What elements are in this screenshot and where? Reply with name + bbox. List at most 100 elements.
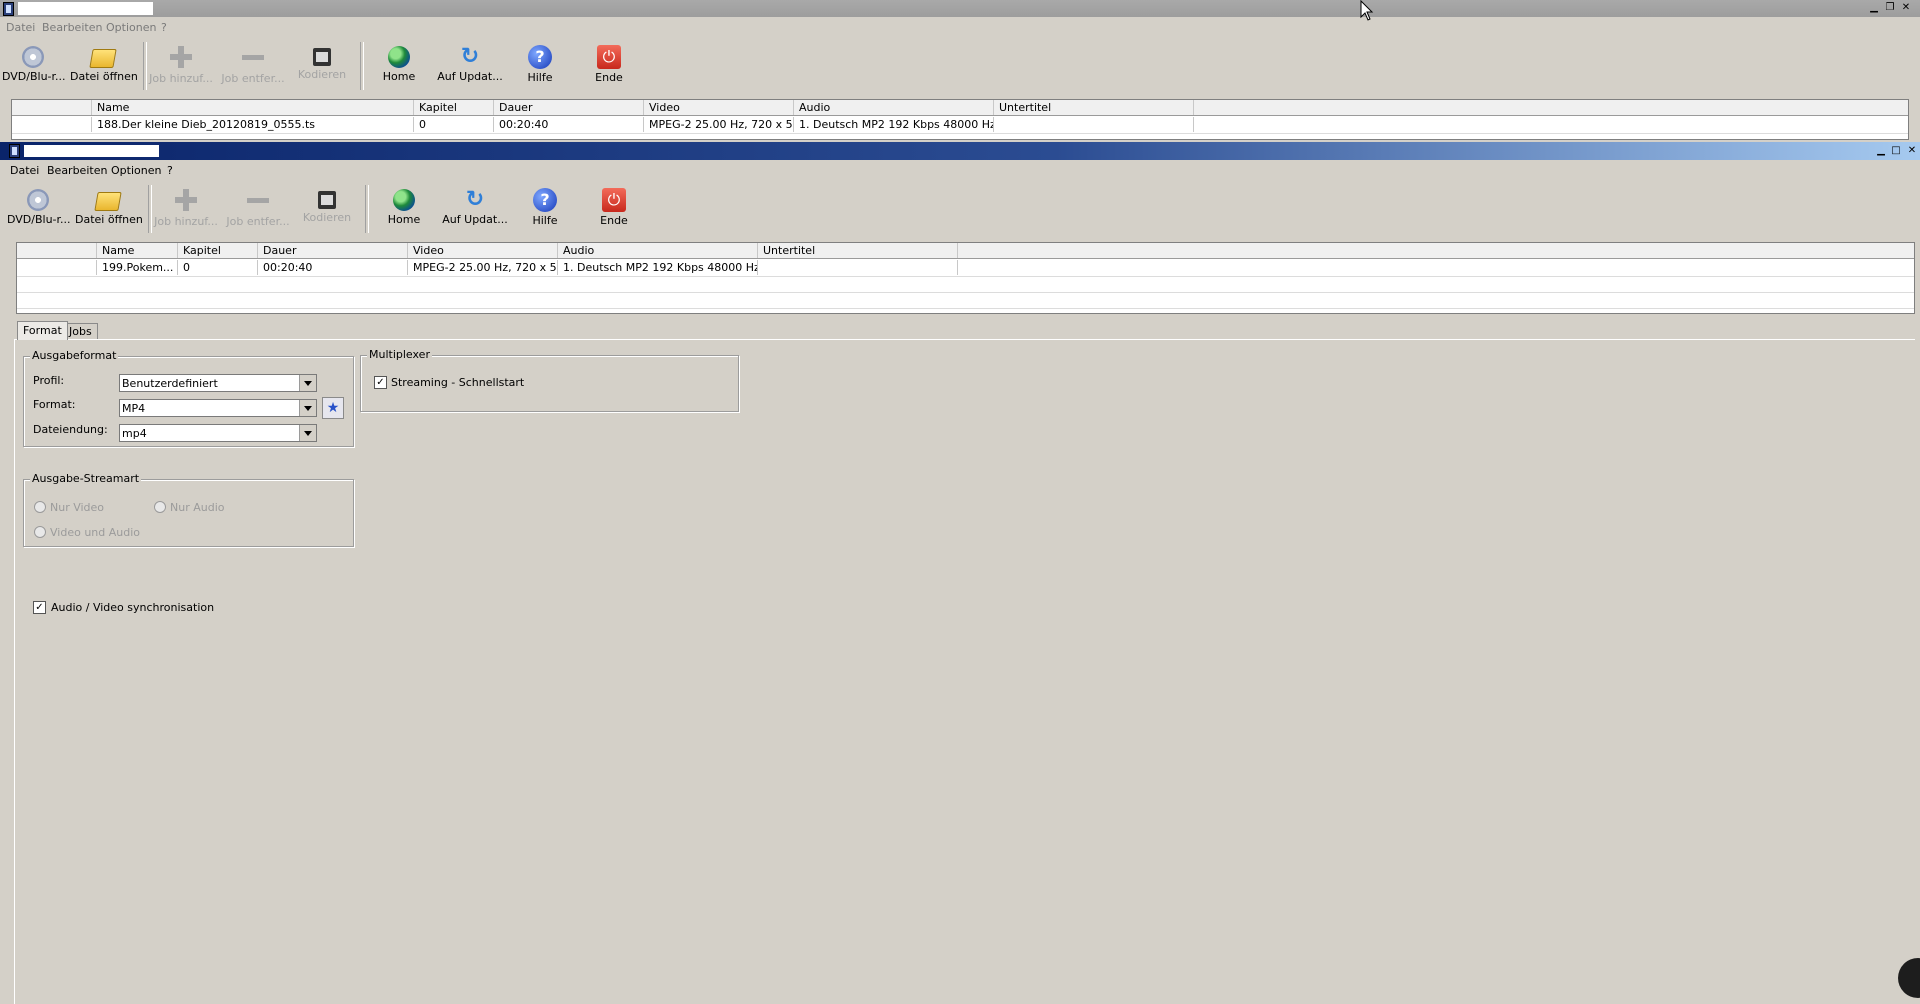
table-cell xyxy=(17,260,97,275)
dvd-bluray-button[interactable]: DVD/Blu-r... xyxy=(7,181,71,237)
column-header[interactable]: Name xyxy=(97,243,178,258)
window1-title-bar[interactable]: ▁ ❐ ✕ xyxy=(0,0,1920,17)
table-cell xyxy=(958,260,1914,275)
add-job-button[interactable]: Job hinzuf... xyxy=(148,38,214,94)
tab-format[interactable]: Format xyxy=(17,321,68,340)
table-header: Name Kapitel Dauer Video Audio Untertite… xyxy=(12,100,1908,116)
disc-icon xyxy=(27,189,49,211)
dvd-bluray-button[interactable]: DVD/Blu-r... xyxy=(2,38,66,94)
menu-help[interactable]: ? xyxy=(161,21,167,34)
dateiendung-select[interactable]: mp4 xyxy=(119,424,317,442)
table-cell: 188.Der kleine Dieb_20120819_0555.ts xyxy=(92,117,414,132)
encode-button[interactable]: Kodieren xyxy=(292,38,352,94)
column-header[interactable]: Audio xyxy=(558,243,758,258)
format-select[interactable]: MP4 xyxy=(119,399,317,417)
app-icon xyxy=(3,2,14,16)
disc-icon xyxy=(22,46,44,68)
minimize-icon[interactable]: ▁ xyxy=(1874,145,1888,157)
maximize-icon[interactable]: □ xyxy=(1889,145,1903,157)
column-header[interactable]: Untertitel xyxy=(994,100,1194,115)
column-header[interactable] xyxy=(17,243,97,258)
close-icon[interactable]: ✕ xyxy=(1905,145,1919,157)
update-icon: ↻ xyxy=(460,44,480,69)
streaming-label: Streaming - Schnellstart xyxy=(391,376,525,389)
chevron-down-icon[interactable] xyxy=(299,400,316,416)
check-update-button[interactable]: ↻ Auf Updat... xyxy=(432,38,508,94)
column-header[interactable]: Kapitel xyxy=(414,100,494,115)
nur-video-label: Nur Video xyxy=(50,501,105,514)
table-row[interactable]: 188.Der kleine Dieb_20120819_0555.ts 0 0… xyxy=(12,117,1908,132)
table-cell: 00:20:40 xyxy=(494,117,644,132)
window1-job-table: Name Kapitel Dauer Video Audio Untertite… xyxy=(11,99,1909,140)
column-header[interactable]: Name xyxy=(92,100,414,115)
chevron-down-icon[interactable] xyxy=(299,375,316,391)
row-divider xyxy=(17,308,1914,309)
table-cell xyxy=(12,117,92,132)
dateiendung-value: mp4 xyxy=(122,427,147,440)
streaming-checkbox[interactable]: ✓ xyxy=(374,376,387,389)
menu-help[interactable]: ? xyxy=(167,164,173,177)
app-icon xyxy=(9,144,20,158)
tab-jobs[interactable]: Jobs xyxy=(63,323,98,340)
table-cell xyxy=(758,260,958,275)
help-icon: ? xyxy=(533,188,557,212)
menu-bearbeiten[interactable]: Bearbeiten xyxy=(42,21,102,34)
menu-optionen[interactable]: Optionen xyxy=(106,21,156,34)
close-icon[interactable]: ✕ xyxy=(1899,2,1913,14)
table-cell xyxy=(994,117,1194,132)
table-cell: 1. Deutsch MP2 192 Kbps 48000 Hz ... xyxy=(558,260,758,275)
column-header[interactable]: Dauer xyxy=(258,243,408,258)
encode-button[interactable]: Kodieren xyxy=(297,181,357,237)
menu-bearbeiten[interactable]: Bearbeiten xyxy=(47,164,107,177)
help-button[interactable]: ? Hilfe xyxy=(521,181,569,237)
table-cell: 00:20:40 xyxy=(258,260,408,275)
column-header[interactable]: Video xyxy=(644,100,794,115)
restore-icon[interactable]: ❐ xyxy=(1883,2,1897,14)
minimize-icon[interactable]: ▁ xyxy=(1867,2,1881,14)
window2-title-bar[interactable]: ▁ □ ✕ xyxy=(0,142,1920,160)
film-icon xyxy=(318,191,336,209)
group-title: Multiplexer xyxy=(367,348,432,361)
column-header[interactable]: Untertitel xyxy=(758,243,958,258)
format-label: Format: xyxy=(33,398,76,411)
column-header[interactable]: Kapitel xyxy=(178,243,258,258)
open-file-button[interactable]: Datei öffnen xyxy=(70,38,138,94)
help-button[interactable]: ? Hilfe xyxy=(516,38,564,94)
star-icon[interactable]: ★ xyxy=(322,397,344,419)
table-cell: 1. Deutsch MP2 192 Kbps 48000 Hz ... xyxy=(794,117,994,132)
exit-button[interactable]: ⏻ Ende xyxy=(586,38,632,94)
profil-select[interactable]: Benutzerdefiniert xyxy=(119,374,317,392)
toolbar-separator xyxy=(143,42,147,90)
open-file-button[interactable]: Datei öffnen xyxy=(75,181,143,237)
chevron-down-icon[interactable] xyxy=(299,425,316,441)
update-icon: ↻ xyxy=(465,187,485,212)
remove-job-button[interactable]: Job entfer... xyxy=(223,181,293,237)
column-header[interactable]: Dauer xyxy=(494,100,644,115)
menu-optionen[interactable]: Optionen xyxy=(111,164,161,177)
table-row[interactable]: 199.Pokem... 0 00:20:40 MPEG-2 25.00 Hz,… xyxy=(17,260,1914,275)
power-icon: ⏻ xyxy=(597,45,621,69)
folder-icon xyxy=(89,49,117,68)
menu-datei[interactable]: Datei xyxy=(10,164,39,177)
check-update-button[interactable]: ↻ Auf Updat... xyxy=(437,181,513,237)
home-button[interactable]: Home xyxy=(374,38,424,94)
minus-icon xyxy=(240,44,266,70)
column-header[interactable]: Audio xyxy=(794,100,994,115)
exit-button[interactable]: ⏻ Ende xyxy=(591,181,637,237)
nur-audio-label: Nur Audio xyxy=(170,501,225,514)
av-sync-label: Audio / Video synchronisation xyxy=(51,601,215,614)
add-job-button[interactable]: Job hinzuf... xyxy=(153,181,219,237)
column-header xyxy=(958,243,1914,258)
menu-datei[interactable]: Datei xyxy=(6,21,35,34)
av-sync-checkbox[interactable]: ✓ xyxy=(33,601,46,614)
column-header[interactable] xyxy=(12,100,92,115)
remove-job-button[interactable]: Job entfer... xyxy=(218,38,288,94)
globe-icon xyxy=(393,189,415,211)
home-button[interactable]: Home xyxy=(379,181,429,237)
video-und-audio-label: Video und Audio xyxy=(50,526,141,539)
column-header[interactable]: Video xyxy=(408,243,558,258)
window2-menu-bar: Datei Bearbeiten Optionen ? xyxy=(0,162,1920,179)
nur-audio-radio[interactable] xyxy=(154,501,166,513)
nur-video-radio[interactable] xyxy=(34,501,46,513)
video-und-audio-radio[interactable] xyxy=(34,526,46,538)
